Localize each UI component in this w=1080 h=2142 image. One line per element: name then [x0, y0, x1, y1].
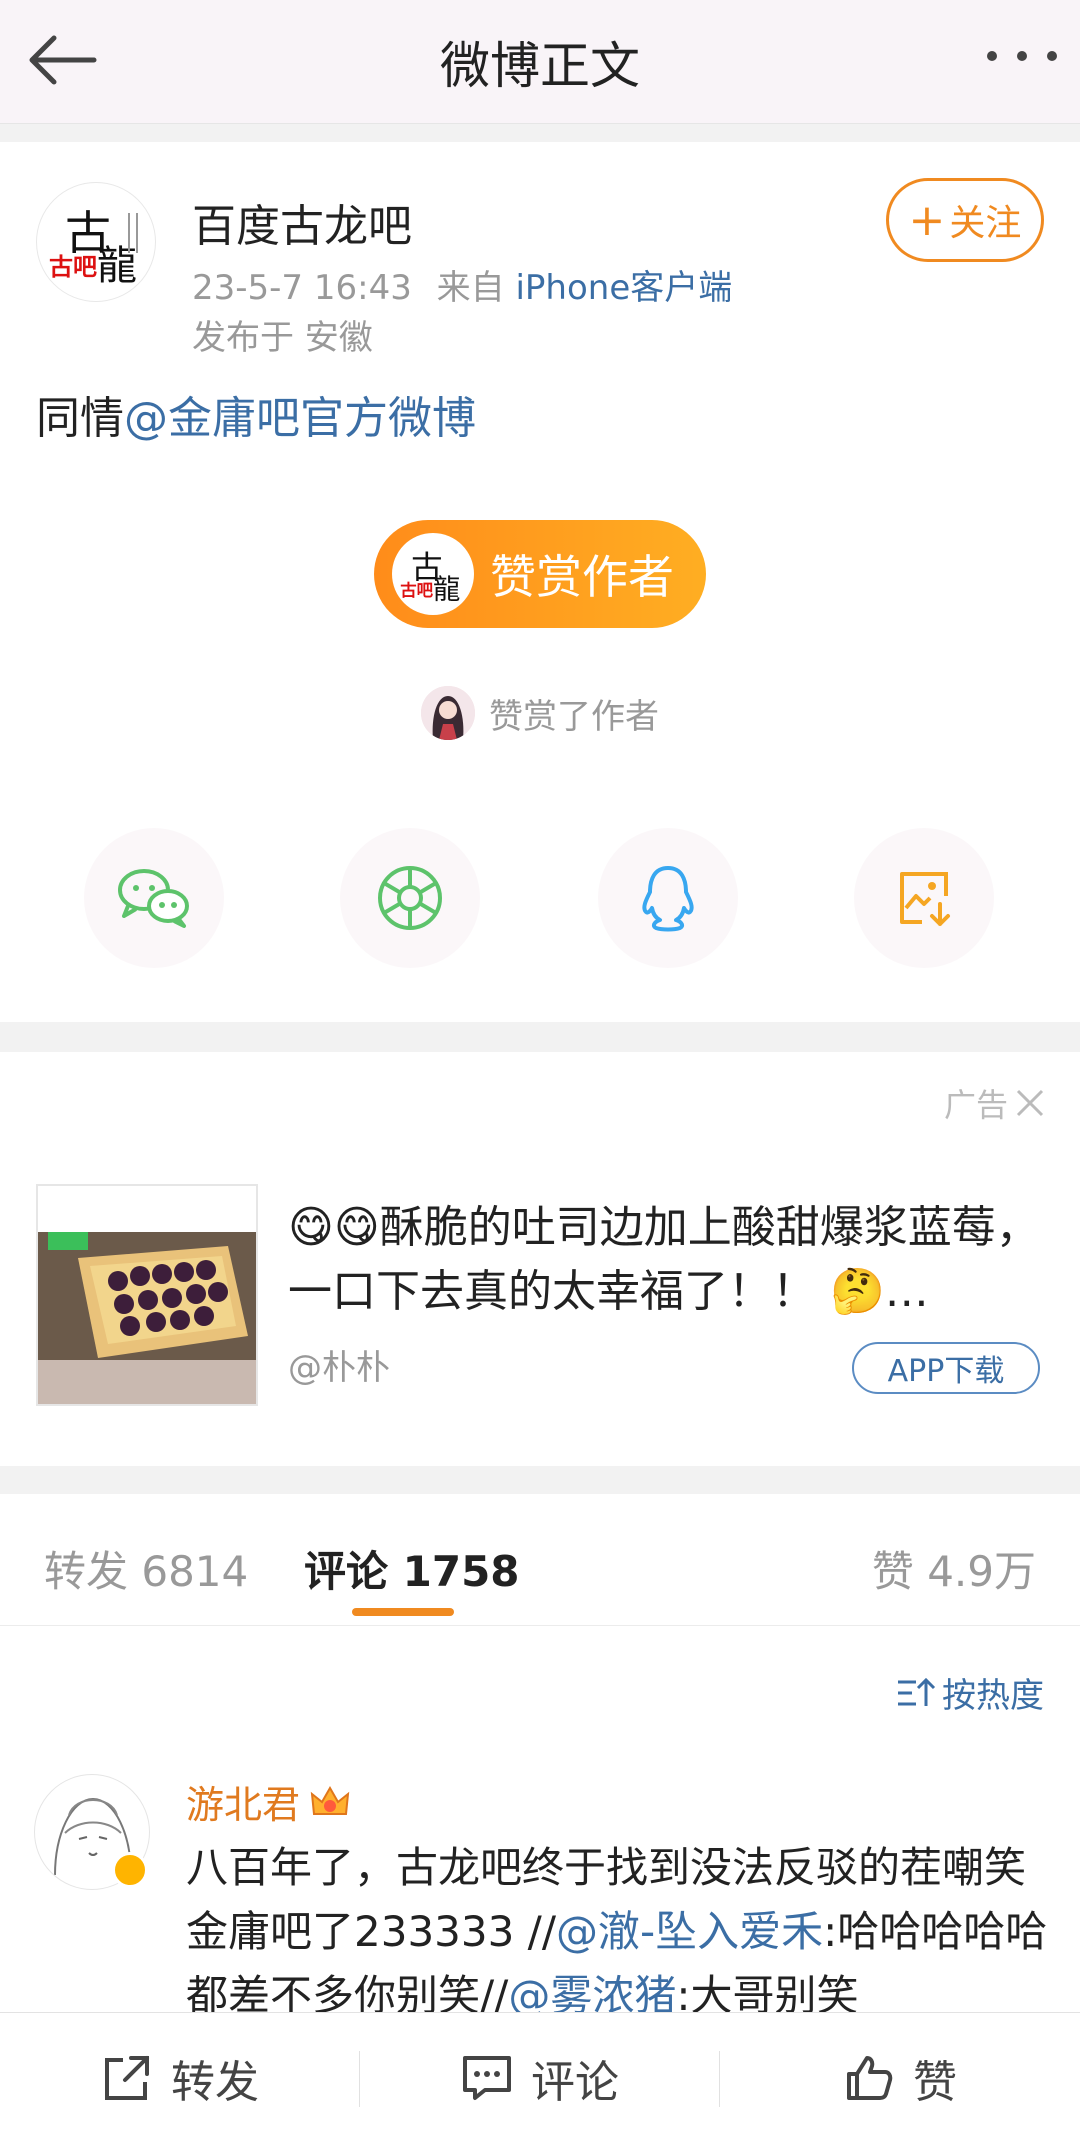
page-title: 微博正文 [440, 37, 640, 95]
share-row [0, 828, 1080, 968]
reward-avatar: 古 龍 古吧 [392, 533, 474, 615]
post-time: 23-5-7 16:43 [192, 268, 412, 308]
reward-label: 赞赏作者 [490, 550, 674, 604]
post-location: 发布于 安徽 [192, 318, 373, 358]
comment-mention-link[interactable]: @澈-坠入爱禾 [556, 1907, 823, 1956]
comment-text-part: :大哥别笑 [676, 1971, 859, 2012]
svg-text:龍: 龍 [97, 243, 137, 289]
moments-icon [378, 866, 442, 930]
app-download-button[interactable]: APP下载 [852, 1342, 1040, 1394]
post-source[interactable]: iPhone客户端 [515, 268, 732, 308]
smiley-tongue-icon: 😋😋 [288, 1202, 380, 1253]
svg-text:古吧: 古吧 [49, 253, 97, 281]
tab-repost[interactable]: 转发 6814 [44, 1538, 248, 1599]
rewarded-row[interactable]: 赞赏了作者 [0, 686, 1080, 740]
wechat-icon [118, 869, 189, 928]
comment-label: 评论 [531, 2057, 619, 2108]
close-icon[interactable] [1014, 1087, 1046, 1119]
tab-like[interactable]: 赞 4.9万 [872, 1538, 1036, 1599]
gulong-logo-icon: 古 龍 古吧 [47, 206, 138, 289]
post-meta: 23-5-7 16:43 来自 iPhone客户端 [192, 260, 732, 309]
tab-bar: 转发 6814 评论 1758 赞 4.9万 [0, 1494, 1080, 1626]
more-button[interactable] [982, 36, 1062, 76]
share-wechat-button[interactable] [84, 828, 224, 968]
comment-mention-link[interactable]: @雾浓猪 [508, 1971, 676, 2012]
svg-text:龍: 龍 [433, 575, 460, 606]
blueberry-toast-image [38, 1186, 256, 1404]
post-text-prefix: 同情 [36, 393, 124, 444]
save-image-icon [900, 872, 950, 926]
bottom-action-bar: 转发 评论 赞 [0, 2012, 1080, 2142]
like-label: 赞 [913, 2057, 957, 2108]
gulong-logo-icon: 古 龍 古吧 [400, 550, 460, 606]
more-dots-icon [987, 51, 1057, 61]
tab-comment[interactable]: 评论 1758 [304, 1538, 520, 1599]
qq-icon [642, 866, 694, 932]
rewarder-avatar [421, 686, 475, 740]
share-moments-button[interactable] [340, 828, 480, 968]
repost-icon [105, 2056, 149, 2100]
crown-badge-icon [310, 1785, 350, 1815]
ad-text[interactable]: 😋😋酥脆的吐司边加上酸甜爆浆蓝莓，一口下去真的太幸福了！！ 🤔… [288, 1196, 1048, 1324]
sort-label: 按热度 [942, 1676, 1044, 1716]
ad-tag[interactable]: 广告 [944, 1080, 1046, 1126]
repost-label: 转发 [171, 2057, 259, 2108]
sort-icon [898, 1677, 936, 1706]
sort-button[interactable]: 按热度 [896, 1668, 1044, 1717]
anime-girl-avatar-icon [421, 686, 475, 740]
ad-card[interactable]: 广告 😋😋酥脆的吐司边加上酸甜爆浆蓝莓，一口下去真的太幸福了！！ 🤔… @朴朴 … [0, 1052, 1080, 1466]
thinking-face-icon: 🤔 [830, 1266, 885, 1317]
plus-icon: + [908, 194, 946, 246]
thumbs-up-icon [847, 2056, 893, 2100]
follow-button[interactable]: + 关注 [886, 178, 1044, 262]
comment-button[interactable]: 评论 [360, 2013, 720, 2142]
follow-label: 关注 [949, 203, 1022, 244]
reward-author-button[interactable]: 古 龍 古吧 赞赏作者 [374, 520, 706, 628]
ad-ellipsis: … [884, 1266, 929, 1317]
comment-username-text: 游北君 [186, 1783, 301, 1827]
like-button[interactable]: 赞 [720, 2013, 1080, 2142]
verified-badge-icon [112, 1852, 148, 1888]
rewarded-text: 赞赏了作者 [489, 696, 659, 737]
post-mention-link[interactable]: @金庸吧官方微博 [124, 393, 476, 444]
ad-user[interactable]: @朴朴 [288, 1340, 390, 1389]
post-text: 同情@金庸吧官方微博 [36, 382, 476, 446]
comment-username[interactable]: 游北君 [186, 1774, 352, 1829]
from-label: 来自 [436, 268, 505, 308]
top-bar: 微博正文 [0, 0, 1080, 124]
share-qq-button[interactable] [598, 828, 738, 968]
active-tab-indicator [352, 1608, 454, 1616]
comments-section: 按热度 游北君 八百年了，古龙吧终于找到没法反驳的茬嘲笑金庸吧了233333 /… [0, 1626, 1080, 2012]
author-avatar[interactable]: 古 龍 古吧 [36, 182, 156, 302]
ad-label: 广告 [943, 1086, 1008, 1124]
comment-icon [463, 2056, 511, 2100]
save-image-button[interactable] [854, 828, 994, 968]
svg-text:古吧: 古吧 [400, 581, 433, 600]
post-card: 古 龍 古吧 百度古龙吧 23-5-7 16:43 来自 iPhone客户端 发… [0, 142, 1080, 1022]
ad-thumbnail[interactable] [36, 1184, 258, 1406]
comment-text: 八百年了，古龙吧终于找到没法反驳的茬嘲笑金庸吧了233333 //@澈-坠入爱禾… [186, 1836, 1052, 2012]
author-name[interactable]: 百度古龙吧 [192, 190, 412, 254]
repost-button[interactable]: 转发 [0, 2013, 360, 2142]
